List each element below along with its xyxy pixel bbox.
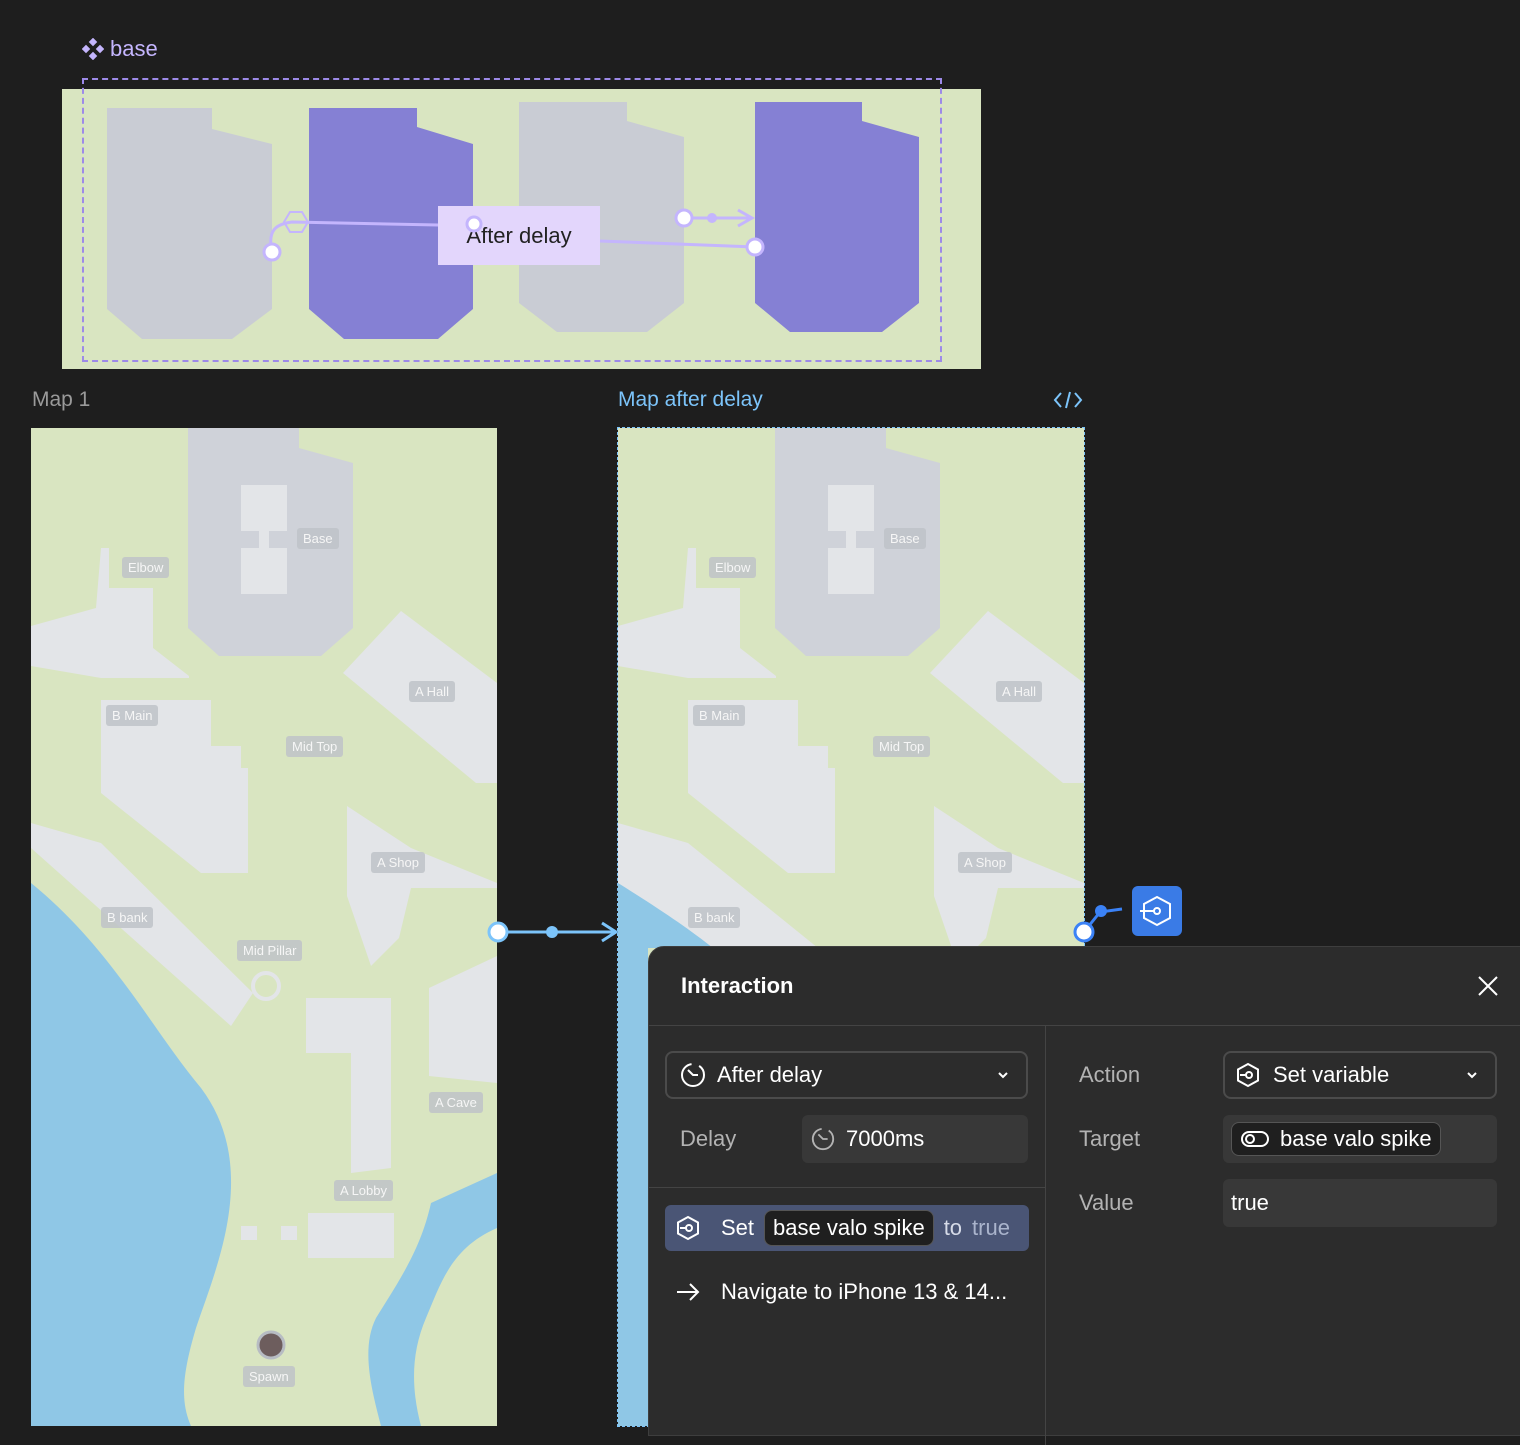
- map-label-elbow: Elbow: [709, 557, 757, 578]
- map-label-b-main: B Main: [106, 705, 159, 726]
- map-label-mid-pillar: Mid Pillar: [237, 940, 303, 961]
- arrow-right-icon: [677, 1283, 700, 1301]
- map-label-b-main: B Main: [693, 705, 746, 726]
- action-value: true: [972, 1215, 1010, 1240]
- chip-connector-dot[interactable]: [464, 214, 484, 234]
- component-icon: [82, 38, 104, 60]
- after-delay-chip[interactable]: After delay: [438, 206, 600, 265]
- map-label-a-cave: A Cave: [429, 1092, 483, 1113]
- toggle-icon: [1241, 1131, 1269, 1147]
- close-icon[interactable]: [1475, 973, 1501, 999]
- map-label-elbow: Elbow: [122, 557, 170, 578]
- prototype-connection[interactable]: [484, 917, 624, 947]
- map-label-a-lobby: A Lobby: [334, 1180, 393, 1201]
- map-label-mid-top: Mid Top: [873, 736, 931, 757]
- section-divider: [649, 1187, 1045, 1188]
- map-label-a-shop: A Shop: [371, 852, 425, 873]
- map-label-mid-top: Mid Top: [286, 736, 344, 757]
- value-input[interactable]: true: [1223, 1179, 1497, 1227]
- map-label-a-shop: A Shop: [958, 852, 1012, 873]
- trigger-label: After delay: [717, 1062, 823, 1087]
- set-variable-icon: [1237, 1062, 1259, 1088]
- value-label: Value: [1079, 1190, 1134, 1215]
- timer-icon: [681, 1063, 705, 1087]
- action-item-navigate[interactable]: Navigate to iPhone 13 & 14...: [665, 1269, 1029, 1315]
- target-variable-pill[interactable]: base valo spike: [1231, 1122, 1441, 1156]
- action-variable-pill: base valo spike: [764, 1210, 934, 1246]
- map-label-a-hall: A Hall: [409, 681, 455, 702]
- action-connector: to: [943, 1215, 963, 1240]
- frame-title-map-1[interactable]: Map 1: [32, 388, 90, 412]
- target-label: Target: [1079, 1126, 1141, 1151]
- value-text: true: [1231, 1190, 1269, 1215]
- component-name: base: [110, 36, 158, 61]
- action-verb: Set: [721, 1215, 755, 1240]
- component-label[interactable]: base: [82, 36, 158, 62]
- delay-input[interactable]: 7000ms: [802, 1115, 1028, 1163]
- chevron-down-icon: [1467, 1072, 1477, 1079]
- delay-label: Delay: [680, 1126, 737, 1151]
- interaction-panel: Interaction After delay Delay 7000ms Set…: [648, 946, 1520, 1445]
- target-value: base valo spike: [1280, 1126, 1432, 1151]
- target-field[interactable]: base valo spike: [1223, 1115, 1497, 1163]
- map-label-b-bank: B bank: [101, 907, 154, 928]
- timer-icon: [811, 1127, 835, 1151]
- frame-title-map-after-delay[interactable]: Map after delay: [618, 388, 763, 412]
- panel-title: Interaction: [681, 973, 794, 998]
- action-label: Action: [1079, 1062, 1141, 1087]
- action-dropdown[interactable]: Set variable: [1223, 1051, 1497, 1099]
- map-label-base: Base: [297, 528, 339, 549]
- navigate-label: Navigate to iPhone 13 & 14...: [721, 1279, 1008, 1304]
- interaction-node[interactable]: [1070, 884, 1190, 946]
- map-label-a-hall: A Hall: [996, 681, 1042, 702]
- delay-value: 7000ms: [846, 1126, 925, 1151]
- map-frame-1[interactable]: Base Elbow A Hall B Main Mid Top A Shop …: [31, 428, 497, 1426]
- header-divider: [649, 1025, 1520, 1026]
- set-variable-icon: [677, 1215, 699, 1241]
- trigger-dropdown[interactable]: After delay: [665, 1051, 1028, 1099]
- map-label-spawn: Spawn: [243, 1366, 295, 1387]
- column-divider: [1045, 1025, 1046, 1445]
- code-icon[interactable]: [1053, 390, 1083, 410]
- map-label-b-bank: B bank: [688, 907, 741, 928]
- map-label-base: Base: [884, 528, 926, 549]
- action-item-set-variable[interactable]: Set base valo spike to true: [665, 1205, 1029, 1251]
- action-value-label: Set variable: [1273, 1062, 1390, 1087]
- chevron-down-icon: [998, 1072, 1008, 1079]
